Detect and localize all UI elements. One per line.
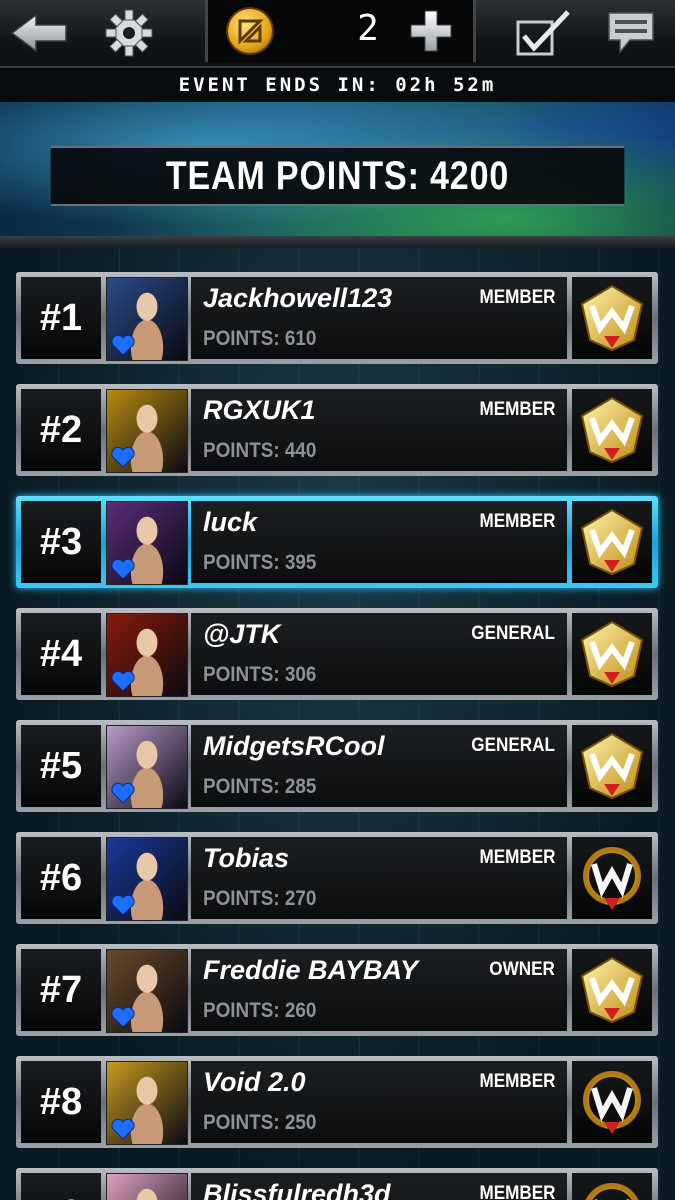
- heart-icon: [111, 782, 135, 804]
- heart-icon: [111, 1118, 135, 1140]
- wrestler-avatar[interactable]: [106, 1173, 188, 1200]
- member-role: MEMBER: [478, 847, 555, 868]
- member-points: POINTS: 260: [203, 999, 317, 1022]
- member-row[interactable]: #3 luck MEMBER POINTS: 395: [16, 496, 658, 588]
- wrestler-avatar[interactable]: [106, 277, 188, 361]
- currency-panel: 2: [205, 0, 476, 62]
- heart-icon: [111, 558, 135, 580]
- wrestler-avatar[interactable]: [106, 837, 188, 921]
- member-row[interactable]: #5 MidgetsRCool GENERAL POINTS: 285: [16, 720, 658, 812]
- gold-wwe-badge-icon: [572, 277, 652, 359]
- heart-icon: [111, 894, 135, 916]
- member-row[interactable]: #2 RGXUK1 MEMBER POINTS: 440: [16, 384, 658, 476]
- member-info: Blissfulredh3d MEMBER: [191, 1173, 567, 1200]
- member-role: GENERAL: [471, 735, 555, 756]
- member-row[interactable]: #4 @JTK GENERAL POINTS: 306: [16, 608, 658, 700]
- gold-coin-icon: [228, 9, 272, 53]
- currency-count: 2: [357, 8, 379, 49]
- member-name: Tobias: [203, 843, 290, 873]
- member-info: Void 2.0 MEMBER POINTS: 250: [191, 1061, 567, 1143]
- member-role: MEMBER: [478, 287, 555, 308]
- gear-icon[interactable]: [100, 6, 158, 60]
- gold-crest-badge-icon: [572, 1061, 652, 1143]
- member-role: MEMBER: [478, 1183, 555, 1200]
- member-points: POINTS: 270: [203, 887, 317, 910]
- rank-label: #8: [21, 1061, 101, 1143]
- rank-label: #2: [21, 389, 101, 471]
- member-row[interactable]: #7 Freddie BAYBAY OWNER POINTS: 260: [16, 944, 658, 1036]
- member-info: Jackhowell123 MEMBER POINTS: 610: [191, 277, 567, 359]
- member-row[interactable]: #1 Jackhowell123 MEMBER POINTS: 610: [16, 272, 658, 364]
- member-info: luck MEMBER POINTS: 395: [191, 501, 567, 583]
- wrestler-avatar[interactable]: [106, 613, 188, 697]
- member-role: OWNER: [489, 959, 555, 980]
- member-row[interactable]: #9 Blissfulredh3d MEMBER: [16, 1168, 658, 1200]
- team-points-banner: TEAM POINTS: 4200: [50, 146, 625, 206]
- member-name: luck: [203, 507, 258, 537]
- member-role: GENERAL: [471, 623, 555, 644]
- member-row[interactable]: #6 Tobias MEMBER POINTS: 270: [16, 832, 658, 924]
- member-role: MEMBER: [478, 511, 555, 532]
- member-points: POINTS: 395: [203, 551, 317, 574]
- heart-icon: [111, 670, 135, 692]
- member-name: Freddie BAYBAY: [203, 955, 419, 985]
- member-info: MidgetsRCool GENERAL POINTS: 285: [191, 725, 567, 807]
- rank-label: #7: [21, 949, 101, 1031]
- rank-label: #1: [21, 277, 101, 359]
- member-name: RGXUK1: [203, 395, 316, 425]
- wrestler-avatar[interactable]: [106, 949, 188, 1033]
- member-role: MEMBER: [478, 399, 555, 420]
- heart-icon: [111, 446, 135, 468]
- top-bar: 2: [0, 0, 675, 68]
- checkbox-icon[interactable]: [512, 6, 576, 60]
- heart-icon: [111, 334, 135, 356]
- wrestler-avatar[interactable]: [106, 501, 188, 585]
- wrestler-avatar[interactable]: [106, 1061, 188, 1145]
- back-arrow-icon[interactable]: [8, 6, 70, 60]
- member-points: POINTS: 610: [203, 327, 317, 350]
- member-info: @JTK GENERAL POINTS: 306: [191, 613, 567, 695]
- rank-label: #4: [21, 613, 101, 695]
- member-info: RGXUK1 MEMBER POINTS: 440: [191, 389, 567, 471]
- member-points: POINTS: 306: [203, 663, 317, 686]
- gold-wwe-badge-icon: [572, 949, 652, 1031]
- gold-wwe-badge-icon: [572, 613, 652, 695]
- heart-icon: [111, 1006, 135, 1028]
- gold-wwe-badge-icon: [572, 389, 652, 471]
- event-timer: EVENT ENDS IN: 02h 52m: [0, 68, 675, 102]
- member-points: POINTS: 285: [203, 775, 317, 798]
- rank-label: #5: [21, 725, 101, 807]
- member-name: Blissfulredh3d: [203, 1179, 391, 1200]
- plus-icon[interactable]: [408, 8, 454, 54]
- member-points: POINTS: 250: [203, 1111, 317, 1134]
- gold-crest-badge-icon: [572, 837, 652, 919]
- member-role: MEMBER: [478, 1071, 555, 1092]
- rank-label: #9: [21, 1173, 101, 1200]
- member-info: Tobias MEMBER POINTS: 270: [191, 837, 567, 919]
- member-points: POINTS: 440: [203, 439, 317, 462]
- member-info: Freddie BAYBAY OWNER POINTS: 260: [191, 949, 567, 1031]
- member-name: Void 2.0: [203, 1067, 306, 1097]
- rank-label: #3: [21, 501, 101, 583]
- member-name: @JTK: [203, 619, 281, 649]
- member-name: Jackhowell123: [203, 283, 393, 313]
- member-leaderboard[interactable]: #1 Jackhowell123 MEMBER POINTS: 610 #2 RGXUK1…: [0, 248, 675, 1200]
- member-row[interactable]: #8 Void 2.0 MEMBER POINTS: 250: [16, 1056, 658, 1148]
- rank-label: #6: [21, 837, 101, 919]
- member-name: MidgetsRCool: [203, 731, 385, 761]
- chat-bubble-icon[interactable]: [602, 6, 660, 60]
- wrestler-avatar[interactable]: [106, 725, 188, 809]
- wrestler-avatar[interactable]: [106, 389, 188, 473]
- gold-wwe-badge-icon: [572, 501, 652, 583]
- gold-crest-badge-icon: [572, 1173, 652, 1200]
- gold-wwe-badge-icon: [572, 725, 652, 807]
